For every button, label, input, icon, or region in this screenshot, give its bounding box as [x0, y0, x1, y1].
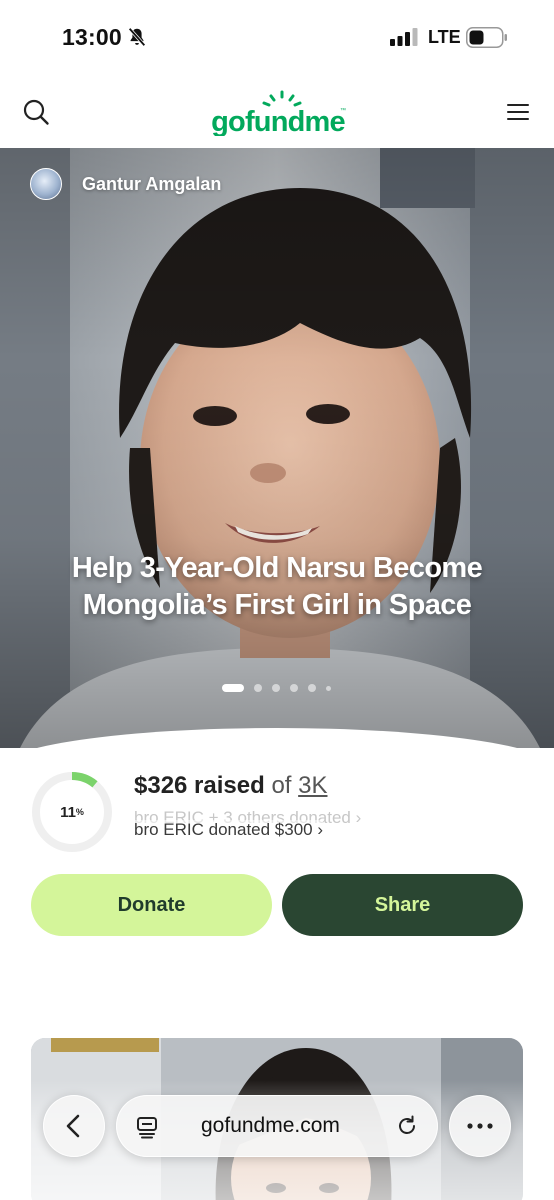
progress-percent: 11%: [30, 770, 114, 854]
carousel-dot[interactable]: [272, 684, 280, 692]
network-type: LTE: [428, 27, 461, 47]
carousel-dot[interactable]: [254, 684, 262, 692]
status-time: 13:00: [62, 24, 122, 50]
browser-url[interactable]: gofundme.com: [201, 1114, 340, 1138]
browser-back-button[interactable]: [43, 1095, 105, 1157]
raised-of: of: [271, 772, 292, 799]
carousel-dot[interactable]: [290, 684, 298, 692]
share-button[interactable]: Share: [282, 874, 523, 936]
raised-amount: $326 raised: [134, 772, 265, 799]
campaign-title: Help 3-Year-Old Narsu Become Mongolia’s …: [71, 552, 483, 621]
raised-summary: $326 raised of 3K: [134, 772, 328, 800]
battery-icon: [466, 27, 507, 48]
browser-more-button[interactable]: [449, 1095, 511, 1157]
reload-icon[interactable]: [395, 1114, 419, 1138]
organizer-name[interactable]: Gantur Amgalan: [82, 174, 221, 195]
donate-button[interactable]: Donate: [31, 874, 272, 936]
progress-percent-sign: %: [75, 807, 84, 817]
logo-trademark: ™: [340, 107, 346, 114]
browser-address-bar[interactable]: gofundme.com: [116, 1095, 438, 1157]
chevron-left-icon: [66, 1114, 80, 1138]
carousel-indicator[interactable]: [222, 684, 341, 692]
tabs-icon[interactable]: [135, 1115, 159, 1139]
bell-slash-icon: [128, 27, 146, 47]
campaign-photo: [0, 148, 554, 748]
more-icon: [467, 1123, 493, 1129]
campaign-hero[interactable]: Gantur Amgalan Help 3-Year-Old Narsu Bec…: [0, 148, 554, 748]
gofundme-logo[interactable]: gofundme ™: [208, 90, 348, 136]
goal-amount[interactable]: 3K: [298, 772, 327, 799]
donor-ticker[interactable]: bro ERIC donated $300 ›: [134, 820, 324, 840]
carousel-dot-active[interactable]: [222, 684, 244, 692]
signal-icon: [390, 28, 418, 46]
progress-percent-number: 11: [60, 803, 76, 821]
donor-ticker-text[interactable]: bro ERIC donated $300: [134, 820, 313, 839]
organizer[interactable]: Gantur Amgalan: [30, 168, 221, 200]
carousel-dot[interactable]: [308, 684, 316, 692]
search-icon[interactable]: [22, 98, 50, 126]
avatar[interactable]: [30, 168, 62, 200]
status-bar: 13:00 LTE: [0, 0, 554, 76]
carousel-dot[interactable]: [326, 685, 331, 691]
site-header: gofundme ™: [0, 76, 554, 148]
logo-text: gofundme: [211, 106, 345, 136]
hamburger-menu-icon[interactable]: [506, 100, 530, 124]
